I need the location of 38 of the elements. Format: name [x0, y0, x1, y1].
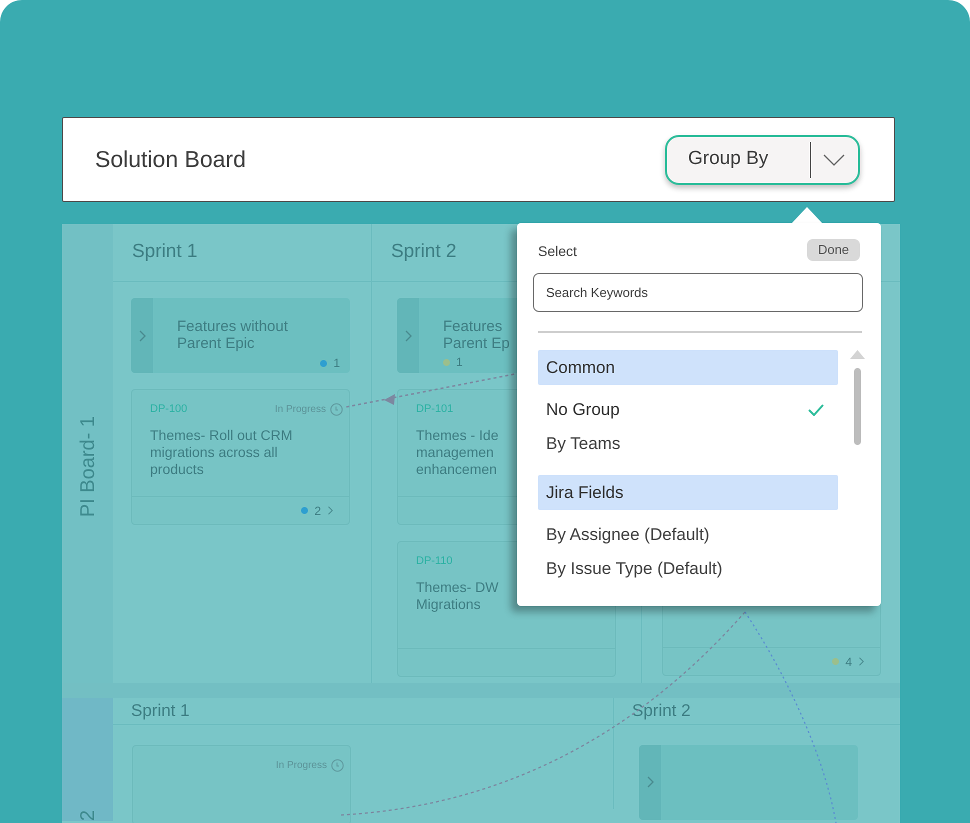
- chevron-right-icon: [646, 776, 654, 788]
- chevron-down-icon: [823, 154, 845, 166]
- epic-card[interactable]: [639, 744, 858, 820]
- issue-title: Themes - Ide managemen enhancemen: [416, 427, 498, 478]
- done-button[interactable]: Done: [807, 238, 860, 260]
- row-label: 2: [76, 810, 100, 821]
- arrow-head: [384, 394, 395, 405]
- chevron-right-icon: [138, 330, 146, 342]
- issue-title: Themes- Roll out CRM migrations across all products: [150, 427, 292, 478]
- board-title: Solution Board: [95, 145, 246, 174]
- sprint-title: Sprint 2: [391, 240, 456, 264]
- item-count: 2: [314, 502, 321, 520]
- group-header: Jira Fields: [538, 475, 838, 510]
- sprint-title: Sprint 1: [131, 700, 190, 722]
- issue-key: DP-110: [416, 553, 452, 570]
- scroll-up-icon[interactable]: [850, 350, 865, 359]
- issue-key: DP-100: [150, 401, 188, 418]
- clock-icon: [331, 758, 344, 772]
- sprint-title: Sprint 2: [632, 700, 691, 722]
- item-count: 1: [333, 355, 340, 372]
- epic-title: Features without Parent Epic: [177, 318, 288, 352]
- menu-label: Select: [538, 242, 577, 261]
- epic-card[interactable]: Features without Parent Epic 1: [131, 298, 350, 373]
- chevron-right-icon: [858, 657, 864, 666]
- chevron-right-icon: [404, 330, 412, 342]
- sprint-title: Sprint 1: [132, 240, 198, 264]
- group-by-dropdown[interactable]: Group By: [665, 134, 860, 184]
- search-field[interactable]: Search Keywords: [533, 273, 863, 312]
- group-header: Common: [538, 350, 838, 385]
- checkmark-icon: [808, 404, 824, 416]
- epic-title: Features Parent Ep: [443, 318, 510, 352]
- scrollbar-thumb[interactable]: [854, 368, 861, 445]
- item-count: 4: [845, 654, 852, 670]
- item-count: 1: [456, 354, 463, 371]
- clock-icon: [330, 403, 343, 416]
- issue-title: Themes- DW Migrations: [416, 579, 498, 613]
- chevron-right-icon: [327, 506, 333, 515]
- issue-key: DP-101: [416, 401, 454, 418]
